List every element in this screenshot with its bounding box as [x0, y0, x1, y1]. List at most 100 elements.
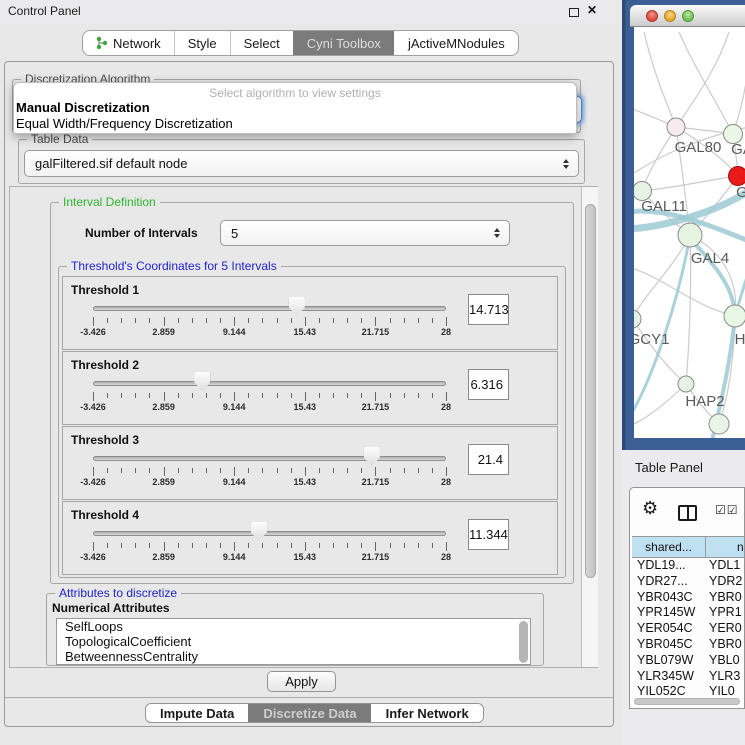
main-scrollbar-track[interactable]	[581, 187, 598, 667]
table-row[interactable]: YBR045CYBR0	[632, 637, 745, 653]
list-item[interactable]: BetweennessCentrality	[57, 649, 530, 664]
tab-infer-network[interactable]: Infer Network	[371, 704, 483, 722]
cell-name: YBR0	[706, 590, 745, 606]
slider-thumb[interactable]	[251, 522, 267, 541]
tab-jactivemnodules[interactable]: jActiveMNodules	[394, 31, 518, 55]
slider-track[interactable]	[93, 531, 446, 536]
spinner-arrows-icon	[494, 228, 500, 238]
threshold-value-field[interactable]: 21.4	[468, 444, 509, 475]
spinner-arrows-icon	[563, 159, 569, 169]
network-edge[interactable]	[733, 67, 745, 134]
tab-style[interactable]: Style	[174, 31, 230, 55]
tick-mark	[192, 393, 193, 398]
slider-thumb[interactable]	[289, 297, 305, 316]
threshold-panel: Threshold 2-3.4262.8599.14415.4321.71528…	[62, 351, 558, 425]
tick-mark	[347, 393, 348, 398]
network-node[interactable]	[667, 118, 685, 136]
split-pane-icon[interactable]	[678, 505, 697, 521]
float-window-icon[interactable]	[569, 8, 579, 17]
slider-track[interactable]	[93, 381, 446, 386]
tick-label: 15.43	[294, 327, 317, 337]
dropdown-option-manual[interactable]: Manual Discretization	[16, 100, 150, 115]
network-node[interactable]	[724, 305, 745, 327]
table-row[interactable]: YPR145WYPR1	[632, 605, 745, 621]
network-node[interactable]	[678, 376, 694, 392]
tick-mark	[375, 317, 376, 326]
tick-mark	[390, 468, 391, 473]
tab-impute-data[interactable]: Impute Data	[146, 704, 248, 722]
network-edge[interactable]	[642, 176, 738, 191]
slider-track[interactable]	[93, 306, 446, 311]
network-node[interactable]	[678, 223, 702, 247]
dropdown-option-equal-width[interactable]: Equal Width/Frequency Discretization	[16, 116, 233, 131]
network-node[interactable]	[709, 414, 729, 434]
threshold-value-field[interactable]: 11.344	[468, 519, 509, 550]
thresholds-group-title: Threshold's Coordinates for 5 Intervals	[67, 259, 281, 273]
tick-mark	[404, 318, 405, 323]
tick-mark	[164, 467, 165, 476]
tick-label: -3.426	[80, 552, 106, 562]
apply-button[interactable]: Apply	[267, 671, 336, 692]
tick-mark	[277, 468, 278, 473]
table-hscrollbar-track[interactable]	[632, 698, 744, 706]
network-edge[interactable]	[644, 32, 676, 127]
tick-mark	[248, 543, 249, 548]
table-row[interactable]: YDR27...YDR2	[632, 574, 745, 590]
table-panel: ⚙ ☑☑ shared... n YDL19...YDL1YDR27...YDR…	[629, 487, 745, 709]
network-canvas[interactable]: GAL80GAGGAL11GAL4GCY1HAHAP2	[634, 27, 745, 438]
threshold-panel: Threshold 1-3.4262.8599.14415.4321.71528…	[62, 276, 558, 350]
network-window-titlebar[interactable]	[630, 5, 745, 27]
list-item[interactable]: TopologicalCoefficient	[57, 634, 530, 649]
number-of-intervals-select[interactable]: 5	[220, 220, 510, 246]
table-row[interactable]: YIL052CYIL0	[632, 684, 745, 697]
gear-icon[interactable]: ⚙	[642, 498, 658, 519]
close-traffic-light-icon[interactable]	[646, 10, 658, 22]
main-scrollbar-thumb[interactable]	[585, 204, 596, 578]
tab-cyni-toolbox[interactable]: Cyni Toolbox	[293, 31, 394, 55]
table-row[interactable]: YBL079WYBL0	[632, 653, 745, 669]
checkbox-icons[interactable]: ☑☑	[715, 503, 739, 517]
zoom-traffic-light-icon[interactable]	[682, 10, 694, 22]
tick-mark	[248, 318, 249, 323]
slider-track[interactable]	[93, 456, 446, 461]
numerical-attributes-list[interactable]: SelfLoopsTopologicalCoefficientBetweenne…	[56, 618, 531, 665]
tick-mark	[375, 542, 376, 551]
tick-mark	[291, 468, 292, 473]
table-row[interactable]: YER054CYER0	[632, 621, 745, 637]
close-icon[interactable]: ✕	[587, 3, 597, 17]
slider-thumb[interactable]	[194, 372, 210, 391]
network-edge-thick[interactable]	[737, 267, 745, 309]
threshold-value-field[interactable]: 6.316	[468, 369, 509, 400]
tick-mark	[178, 393, 179, 398]
tab-label: Network	[113, 36, 161, 51]
tick-mark	[248, 468, 249, 473]
list-scrollbar-thumb[interactable]	[519, 621, 528, 663]
table-header-row: shared... n	[632, 536, 745, 558]
network-edge-thick[interactable]	[634, 241, 689, 419]
tab-discretize-data[interactable]: Discretize Data	[248, 704, 370, 722]
network-node[interactable]	[634, 310, 641, 328]
tab-select[interactable]: Select	[230, 31, 293, 55]
slider-thumb[interactable]	[364, 447, 380, 466]
table-row[interactable]: YBR043CYBR0	[632, 590, 745, 606]
table-data-select[interactable]: galFiltered.sif default node	[24, 150, 579, 177]
tick-mark	[390, 543, 391, 548]
tab-network[interactable]: Network	[83, 31, 174, 55]
network-node[interactable]	[729, 167, 745, 186]
list-item[interactable]: SelfLoops	[57, 619, 530, 634]
tick-mark	[178, 468, 179, 473]
column-header-name[interactable]: n	[706, 537, 745, 557]
tick-mark	[291, 318, 292, 323]
column-header-shared-name[interactable]: shared...	[632, 537, 706, 557]
table-data-value: galFiltered.sif default node	[35, 156, 187, 171]
table-hscrollbar-thumb[interactable]	[634, 698, 740, 705]
network-edge[interactable]	[679, 32, 733, 134]
table-row[interactable]: YLR345WYLR3	[632, 669, 745, 685]
minimize-traffic-light-icon[interactable]	[664, 10, 676, 22]
tick-label: 9.144	[223, 402, 246, 412]
table-row[interactable]: YDL19...YDL1	[632, 558, 745, 574]
tick-mark	[93, 392, 94, 401]
threshold-value-field[interactable]: 14.713	[468, 294, 509, 325]
tick-mark	[121, 543, 122, 548]
tick-mark	[262, 393, 263, 398]
